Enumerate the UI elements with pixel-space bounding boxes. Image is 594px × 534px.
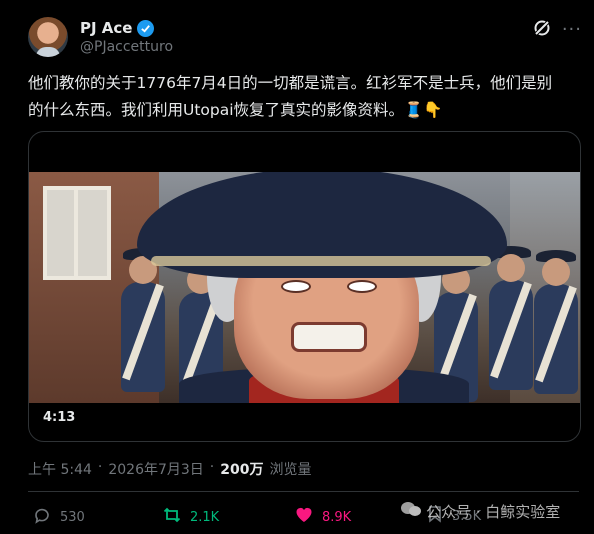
background-soldier — [534, 250, 578, 394]
heart-icon — [294, 505, 314, 529]
hat-trim — [151, 256, 491, 266]
verified-badge-icon — [137, 19, 155, 37]
retweet-count: 2.1K — [190, 509, 220, 525]
tweet-text-line: 的什么东西。我们利用Utopai恢复了真实的影像资料。🧵👇 — [28, 101, 443, 119]
author-handle[interactable]: @PJaccetturo — [80, 39, 173, 55]
author-name[interactable]: PJ Ace — [80, 19, 132, 37]
watermark: 公众号 · 白鲸实验室 — [400, 500, 560, 522]
reply-button[interactable]: 530 — [32, 505, 85, 529]
reply-count: 530 — [60, 509, 85, 525]
view-count: 200万 — [220, 462, 264, 478]
officer-mouth — [291, 322, 367, 352]
tweet-text: 他们教你的关于1776年7月4日的一切都是谎言。红衫军不是士兵，他们是别 的什么… — [28, 70, 578, 124]
retweet-icon — [162, 505, 182, 529]
divider — [28, 491, 579, 492]
video-player[interactable]: 4:13 — [28, 131, 581, 442]
tweet-metadata: 上午 5:44 · 2026年7月3日 · 200万 浏览量 — [28, 459, 311, 479]
background-soldier — [489, 246, 533, 390]
separator: · — [97, 459, 103, 475]
grok-icon[interactable] — [532, 18, 552, 38]
retweet-button[interactable]: 2.1K — [162, 505, 219, 529]
officer-eye — [281, 280, 311, 293]
more-options-icon[interactable]: ··· — [562, 21, 582, 39]
name-row: PJ Ace — [80, 18, 155, 38]
officer-eye — [347, 280, 377, 293]
like-count: 8.9K — [322, 509, 352, 525]
like-button[interactable]: 8.9K — [294, 505, 351, 529]
view-label: 浏览量 — [269, 462, 312, 478]
tweet-text-line: 他们教你的关于1776年7月4日的一切都是谎言。红衫军不是士兵，他们是别 — [28, 74, 553, 92]
reply-icon — [32, 505, 52, 529]
watermark-text: 公众号 · 白鲸实验室 — [426, 502, 561, 521]
avatar[interactable] — [28, 17, 68, 57]
wechat-icon — [400, 500, 422, 522]
video-duration: 4:13 — [43, 410, 76, 425]
post-time[interactable]: 上午 5:44 — [28, 459, 92, 479]
post-date[interactable]: 2026年7月3日 — [108, 459, 203, 479]
separator: · — [209, 459, 215, 475]
video-thumbnail[interactable] — [29, 172, 580, 403]
background-soldier — [121, 248, 165, 392]
